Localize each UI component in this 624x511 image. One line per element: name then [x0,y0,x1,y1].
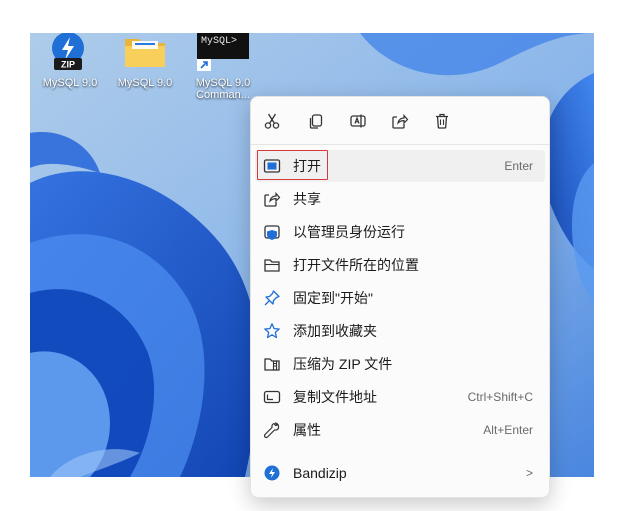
pin-icon [264,290,280,306]
screenshot: ZIP MySQL 9.0 MySQL 9.0 MySQL> MySQL 9.0 [0,0,624,511]
rename-icon [350,114,366,128]
menu-item-shortcut: Enter [504,159,533,173]
shield-icon [264,225,280,240]
menu-item-label: 属性 [293,422,321,438]
menu-item-bandizip[interactable]: Bandizip > [255,457,545,489]
menu-item-label: 以管理员身份运行 [293,224,405,240]
menu-item-label: Bandizip [293,465,347,481]
quick-actions-bar [251,97,549,143]
folder-icon [264,259,280,272]
terminal-shortcut-icon: MySQL> [197,33,249,71]
cut-button[interactable] [259,108,285,134]
menu-item-run-as-admin[interactable]: 以管理员身份运行 [255,216,545,248]
menu-item-properties[interactable]: 属性 Alt+Enter [255,414,545,446]
menu-item-shortcut: Alt+Enter [483,423,533,437]
svg-text:ZIP: ZIP [61,60,75,70]
zip-archive-icon: ZIP [52,33,84,70]
menu-item-label: 压缩为 ZIP 文件 [293,356,393,372]
menu-item-label: 复制文件地址 [293,389,377,405]
submenu-chevron-icon: > [525,466,533,480]
menu-item-label: 固定到"开始" [293,290,373,306]
menu-item-pin-to-start[interactable]: 固定到"开始" [255,282,545,314]
copy-button[interactable] [303,108,329,134]
copy-icon [309,114,323,129]
zip-icon [264,358,280,371]
menu-item-label: 添加到收藏夹 [293,323,377,339]
delete-button[interactable] [429,108,455,134]
trash-icon [436,113,448,129]
menu-item-copy-path[interactable]: 复制文件地址 Ctrl+Shift+C [255,381,545,413]
copy-path-icon [263,390,281,404]
menu-item-shortcut: Ctrl+Shift+C [467,390,533,404]
menu-item-compress-zip[interactable]: 压缩为 ZIP 文件 [255,348,545,380]
scissors-icon [264,113,280,129]
menu-item-label: 打开文件所在的位置 [293,257,419,273]
terminal-badge: MySQL> [201,36,237,47]
wrench-icon [263,422,280,439]
menu-item-add-to-favorites[interactable]: 添加到收藏夹 [255,315,545,347]
folder-icon [125,39,165,67]
star-icon [264,323,280,339]
quick-actions-divider [251,144,549,145]
bandizip-icon [264,465,280,481]
menu-item-share[interactable]: 共享 [255,183,545,215]
desktop-icon-label: MySQL 9.0 [42,77,98,89]
share-button[interactable] [387,108,413,134]
share-icon [392,113,409,129]
rename-button[interactable] [345,108,371,134]
menu-item-open-file-location[interactable]: 打开文件所在的位置 [255,249,545,281]
highlight-annotation-box [257,150,328,180]
desktop-icon-label: MySQL 9.0 [117,77,173,89]
menu-item-label: 共享 [293,191,321,207]
share-icon [264,191,281,207]
